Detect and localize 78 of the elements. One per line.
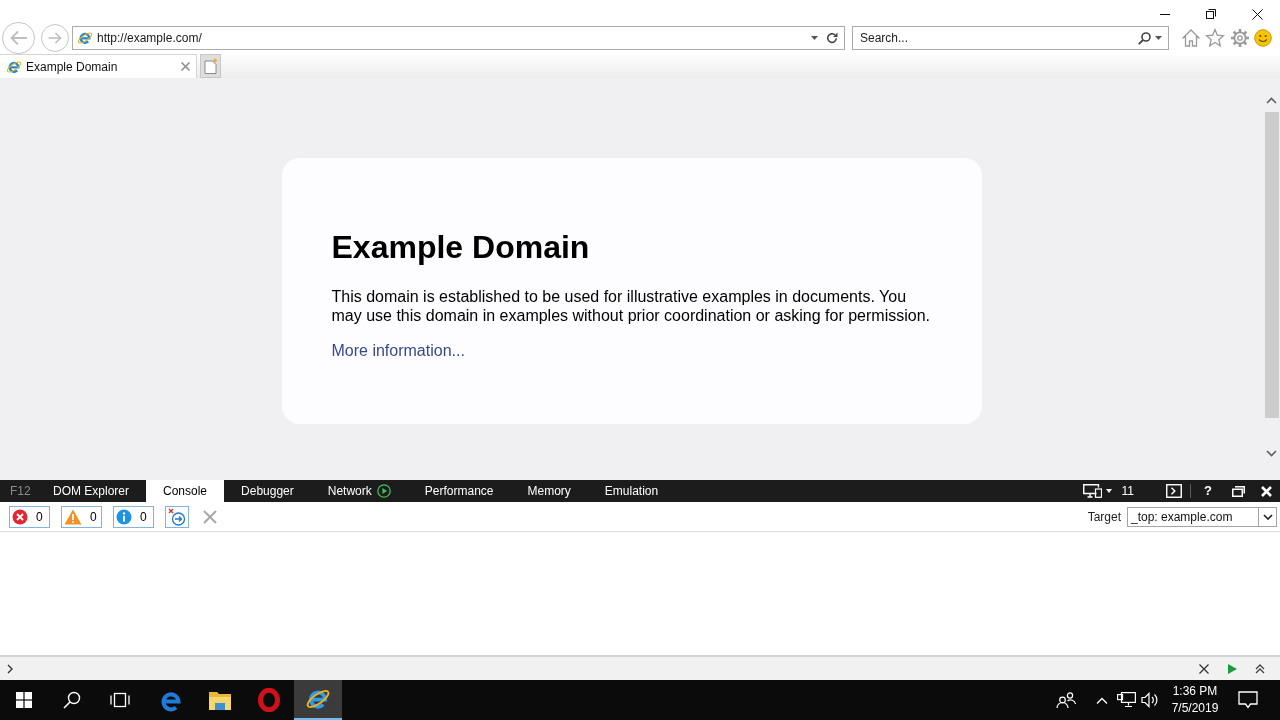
feedback-button[interactable]	[1253, 28, 1273, 48]
devtools-tab[interactable]: DOM Explorer	[36, 480, 146, 502]
target-label: Target	[1087, 508, 1121, 526]
chevron-down-icon	[1262, 513, 1273, 520]
target-dropdown[interactable]: _top: example.com	[1127, 506, 1277, 527]
close-icon	[1260, 485, 1272, 497]
smiley-icon	[1254, 29, 1272, 47]
emulation-button[interactable]: 11	[1082, 480, 1134, 502]
chevron-up-icon	[1266, 96, 1277, 104]
favorites-button[interactable]	[1205, 28, 1225, 48]
devtools-tab[interactable]: Memory	[510, 480, 588, 502]
caret-icon	[1105, 489, 1112, 493]
star-icon	[1205, 28, 1225, 48]
people-icon	[1056, 692, 1076, 708]
windows-logo-icon	[16, 692, 32, 708]
house-icon	[1181, 28, 1201, 48]
console-icon	[1166, 484, 1182, 498]
speech-bubble-icon	[1238, 691, 1258, 709]
body-paragraph: This domain is established to be used for illustrative examples in documents. You may use this domain in examples without prior coordination or asking for permission.	[331, 287, 931, 325]
oval-ring-icon	[258, 688, 280, 712]
network-icon	[1116, 692, 1136, 708]
close-tab-button[interactable]	[178, 59, 192, 74]
right-arrow-icon	[48, 32, 62, 44]
settings-button[interactable]	[1230, 28, 1250, 48]
new-tab-button[interactable]	[200, 54, 221, 78]
monitor-phone-icon	[1082, 484, 1102, 498]
caret-icon	[1155, 36, 1162, 40]
restore-icon	[1206, 9, 1216, 19]
search-input[interactable]: Search...	[860, 28, 1138, 48]
close-icon	[180, 62, 190, 71]
gear-icon	[1230, 28, 1250, 48]
caret-icon	[810, 36, 818, 40]
more-information-link[interactable]: More information...	[331, 342, 465, 359]
devtools-tab[interactable]: Debugger	[224, 480, 311, 502]
task-view-icon	[110, 692, 130, 708]
left-arrow-icon	[9, 30, 28, 46]
search-icon	[63, 691, 81, 709]
play-circle-icon	[376, 484, 391, 498]
close-icon	[203, 509, 217, 524]
error-icon	[12, 508, 28, 525]
refresh-icon	[826, 32, 838, 44]
page-heading: Example Domain	[331, 229, 591, 266]
double-chevron-up-icon	[1255, 663, 1265, 674]
error-count-button[interactable]: 0	[9, 505, 50, 528]
search-icon	[1138, 31, 1151, 45]
clock-time: 1:36 PM	[1172, 683, 1218, 700]
stacked-windows-icon	[1231, 485, 1245, 497]
scrollbar-thumb[interactable]	[1264, 112, 1279, 418]
browser-tab[interactable]: Example Domain	[0, 54, 197, 78]
f12-label: F12	[10, 483, 32, 500]
taskbar-app-button[interactable]	[294, 680, 342, 720]
clock-date: 7/5/2019	[1171, 700, 1219, 717]
warning-icon	[64, 508, 82, 525]
info-count-button[interactable]: 0	[113, 505, 154, 528]
address-field[interactable]: http://example.com/	[72, 26, 845, 50]
arrow-circle-icon	[168, 507, 186, 526]
devtools-tab[interactable]: Performance	[407, 480, 511, 502]
folder-icon	[209, 690, 231, 710]
speaker-icon	[1141, 692, 1159, 708]
chevron-right-icon	[7, 663, 13, 674]
e-ring-icon	[6, 58, 22, 75]
address-input[interactable]: http://example.com/	[97, 28, 807, 48]
new-page-icon	[203, 58, 218, 74]
play-icon	[1227, 663, 1237, 674]
close-icon	[1199, 663, 1209, 674]
devtools-tab[interactable]: Console	[146, 480, 225, 502]
devtools-tab[interactable]: Network	[310, 480, 408, 502]
home-button[interactable]	[1181, 28, 1201, 48]
chevron-up-icon	[1096, 696, 1108, 704]
close-icon	[1251, 8, 1263, 20]
search-field[interactable]: Search...	[852, 26, 1169, 50]
help-button[interactable]: ?	[1196, 480, 1220, 502]
clear-on-navigate-button[interactable]	[165, 505, 189, 528]
chevron-down-icon	[1266, 449, 1277, 457]
warning-count-button[interactable]: 0	[61, 505, 102, 528]
info-icon	[116, 508, 132, 525]
devtools-tab[interactable]: Emulation	[587, 480, 676, 502]
e-ring-icon	[77, 30, 93, 46]
